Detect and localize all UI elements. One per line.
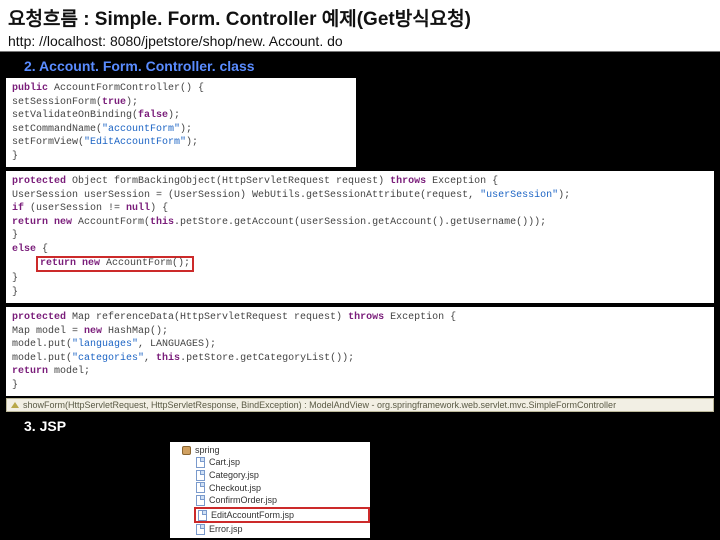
tree-file[interactable]: Category.jsp: [170, 469, 370, 482]
jsp-file-icon: [196, 457, 205, 468]
title-bar: 요청흐름 : Simple. Form. Controller 예제(Get방식…: [0, 0, 720, 52]
jsp-file-icon: [196, 495, 205, 506]
inherit-text: showForm(HttpServletRequest, HttpServlet…: [23, 400, 616, 410]
highlight-return-new-form: return new AccountForm();: [36, 256, 194, 272]
tree-file[interactable]: Checkout.jsp: [170, 482, 370, 495]
jsp-file-icon: [196, 524, 205, 535]
tree-file[interactable]: ConfirmOrder.jsp: [170, 494, 370, 507]
section-2-label: 2. Account. Form. Controller. class: [0, 52, 720, 78]
override-indicator: showForm(HttpServletRequest, HttpServlet…: [6, 398, 714, 412]
section-3-label: 3. JSP: [0, 412, 720, 438]
code-block-referencedata: protected Map referenceData(HttpServletR…: [6, 307, 714, 396]
jsp-file-icon: [196, 482, 205, 493]
jsp-file-icon: [196, 470, 205, 481]
kw-public: public: [12, 83, 48, 94]
triangle-icon: [11, 402, 19, 408]
code-block-formbacking: protected Object formBackingObject(HttpS…: [6, 171, 714, 303]
tree-file[interactable]: Error.jsp: [170, 523, 370, 536]
tree-folder-spring[interactable]: spring: [170, 444, 370, 457]
tree-file[interactable]: Cart.jsp: [170, 456, 370, 469]
page-title: 요청흐름 : Simple. Form. Controller 예제(Get방식…: [8, 4, 712, 31]
package-icon: [182, 446, 191, 455]
page-url: http: //localhost: 8080/jpetstore/shop/n…: [8, 33, 712, 49]
jsp-file-tree: spring Cart.jsp Category.jsp Checkout.js…: [170, 442, 370, 538]
jsp-file-icon: [198, 510, 207, 521]
code-block-constructor: public AccountFormController() { setSess…: [6, 78, 356, 167]
tree-file-highlighted[interactable]: EditAccountForm.jsp: [194, 507, 370, 524]
